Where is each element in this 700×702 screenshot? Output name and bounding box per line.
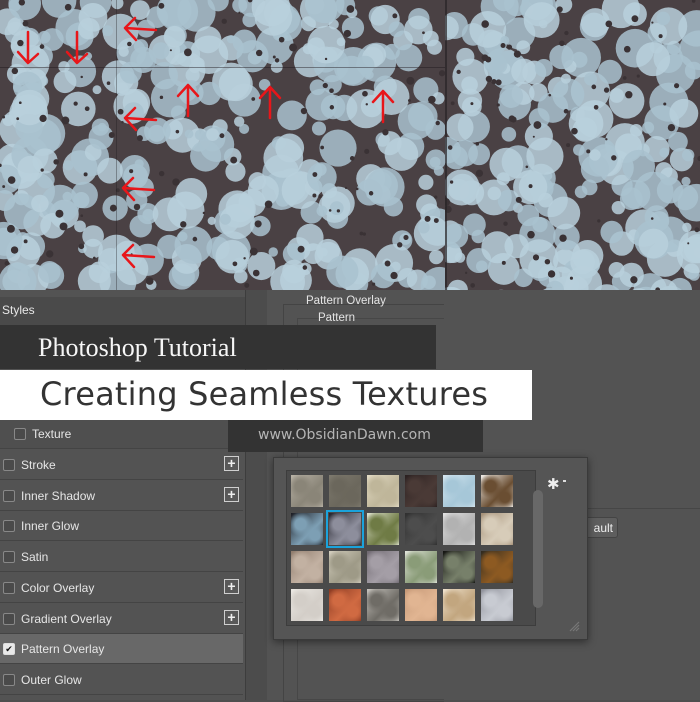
style-item-inner-shadow[interactable]: Inner Shadow + xyxy=(0,481,243,511)
arrow-down-icon xyxy=(8,28,48,68)
pattern-swatch[interactable] xyxy=(367,475,399,507)
style-item-label: Inner Glow xyxy=(21,518,80,533)
gear-icon[interactable]: ✱ xyxy=(547,475,560,493)
tile-seam-vertical xyxy=(116,0,117,290)
pattern-swatch[interactable] xyxy=(443,513,475,545)
style-item-label: Color Overlay xyxy=(21,580,95,595)
arrow-down-icon xyxy=(57,28,97,68)
pattern-picker-popup: ✱ xyxy=(273,457,588,640)
picker-scrollbar[interactable] xyxy=(533,490,543,608)
add-effect-plus-icon[interactable]: + xyxy=(224,456,239,471)
add-effect-plus-icon[interactable]: + xyxy=(224,579,239,594)
checkbox[interactable] xyxy=(3,612,15,625)
checkbox[interactable] xyxy=(3,581,15,594)
pattern-overlay-group-title: Pattern Overlay xyxy=(306,295,386,307)
checkbox[interactable] xyxy=(3,519,15,532)
checkbox[interactable] xyxy=(3,458,15,471)
pattern-swatch[interactable] xyxy=(481,513,513,545)
arrow-left-icon xyxy=(120,100,160,140)
website-url[interactable]: www.ObsidianDawn.com xyxy=(258,427,431,443)
pattern-swatch[interactable] xyxy=(367,589,399,621)
checkbox[interactable] xyxy=(14,427,26,440)
pattern-swatch[interactable] xyxy=(367,551,399,583)
style-item-inner-glow[interactable]: Inner Glow xyxy=(0,511,243,541)
pattern-group-title: Pattern xyxy=(318,312,356,324)
pattern-swatch[interactable] xyxy=(443,589,475,621)
pattern-swatch[interactable] xyxy=(443,475,475,507)
arrow-up-icon xyxy=(363,86,403,126)
pattern-swatch[interactable] xyxy=(481,551,513,583)
checkbox[interactable] xyxy=(3,489,15,502)
pattern-swatch[interactable] xyxy=(405,589,437,621)
resize-grip-icon[interactable] xyxy=(568,620,580,632)
style-item-label: Gradient Overlay xyxy=(21,611,112,626)
style-item-pattern-overlay[interactable]: ✔ Pattern Overlay xyxy=(0,634,243,664)
checkbox[interactable] xyxy=(3,673,15,686)
pattern-swatch[interactable] xyxy=(326,510,364,548)
pattern-swatch[interactable] xyxy=(367,513,399,545)
pattern-swatch[interactable] xyxy=(329,475,361,507)
arrow-up-icon xyxy=(250,82,290,122)
pattern-swatch[interactable] xyxy=(481,589,513,621)
pattern-swatch-grid xyxy=(286,470,543,626)
pattern-swatch[interactable] xyxy=(405,551,437,583)
style-item-color-overlay[interactable]: Color Overlay + xyxy=(0,573,243,603)
tutorial-subtitle: Photoshop Tutorial xyxy=(38,333,237,362)
style-item-label: Pattern Overlay xyxy=(21,641,105,656)
pattern-swatch[interactable] xyxy=(291,513,323,545)
arrow-left-icon xyxy=(118,237,158,277)
style-item-label: Texture xyxy=(32,426,72,441)
pattern-swatch[interactable] xyxy=(405,513,437,545)
style-item-satin[interactable]: Satin xyxy=(0,542,243,572)
style-item-stroke[interactable]: Stroke + xyxy=(0,450,243,480)
styles-title: Styles xyxy=(2,303,35,317)
arrow-left-icon xyxy=(120,10,160,50)
pattern-swatch[interactable] xyxy=(443,551,475,583)
style-item-label: Stroke xyxy=(21,457,56,472)
style-item-label: Inner Shadow xyxy=(21,488,96,503)
checkbox[interactable]: ✔ xyxy=(3,642,15,655)
pattern-swatch[interactable] xyxy=(291,551,323,583)
checkbox[interactable] xyxy=(3,550,15,563)
style-item-label: Satin xyxy=(21,549,49,564)
style-item-label: Outer Glow xyxy=(21,672,82,687)
style-item-outer-glow[interactable]: Outer Glow xyxy=(0,665,243,695)
pattern-swatch[interactable] xyxy=(329,589,361,621)
pattern-swatch[interactable] xyxy=(291,475,323,507)
pattern-swatch[interactable] xyxy=(329,551,361,583)
style-item-texture[interactable]: Texture xyxy=(0,419,243,449)
pattern-swatch[interactable] xyxy=(481,475,513,507)
tutorial-title: Creating Seamless Textures xyxy=(40,375,489,413)
pattern-swatch[interactable] xyxy=(405,475,437,507)
arrow-up-icon xyxy=(168,80,208,120)
arrow-left-icon xyxy=(118,170,158,210)
add-effect-plus-icon[interactable]: + xyxy=(224,487,239,502)
add-effect-plus-icon[interactable]: + xyxy=(224,610,239,625)
divider xyxy=(585,508,700,509)
pattern-swatch[interactable] xyxy=(291,589,323,621)
menu-caret-icon[interactable] xyxy=(563,480,566,482)
styles-header[interactable]: Styles xyxy=(0,297,245,326)
style-item-gradient-overlay[interactable]: Gradient Overlay + xyxy=(0,604,243,634)
